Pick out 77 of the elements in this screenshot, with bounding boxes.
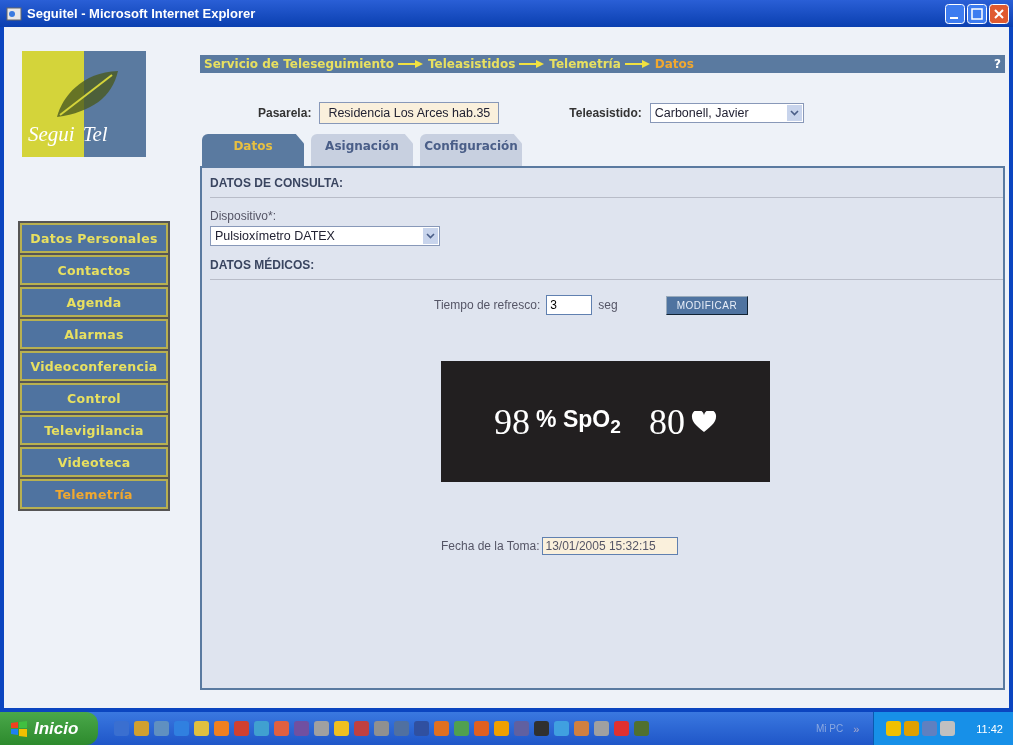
app-icon[interactable] — [254, 721, 270, 736]
arrow-icon — [624, 59, 651, 69]
maximize-icon[interactable] — [967, 3, 987, 24]
more-button[interactable]: » — [853, 722, 860, 735]
app-icon[interactable] — [334, 721, 350, 736]
app-icon[interactable] — [554, 721, 570, 736]
device-dropdown[interactable]: Pulsioxímetro DATEX — [210, 226, 440, 246]
section-heading: DATOS DE CONSULTA: — [210, 168, 1003, 198]
tray-icon[interactable] — [940, 721, 956, 736]
field-label: Tiempo de refresco: — [434, 298, 541, 312]
section-heading: DATOS MÉDICOS: — [210, 246, 1003, 280]
heart-icon — [690, 410, 717, 433]
app-icon[interactable] — [154, 721, 170, 736]
start-button[interactable]: Inicio — [0, 712, 99, 745]
unit-label: seg — [598, 298, 618, 312]
tray-icon[interactable] — [922, 721, 938, 736]
date-field: 13/01/2005 15:32:15 — [541, 537, 678, 555]
spo2-value: 98 — [494, 400, 531, 443]
refresh-field[interactable]: 3 — [546, 295, 593, 315]
tab[interactable]: Configuración — [420, 134, 522, 166]
app-icon[interactable] — [594, 721, 610, 736]
close-icon[interactable] — [989, 3, 1009, 24]
sidebar-item[interactable]: Datos Personales — [20, 223, 168, 253]
sidebar-item[interactable]: Telemetría — [20, 479, 168, 509]
chevron-down-icon — [426, 233, 435, 239]
field-label: Dispositivo*: — [210, 209, 278, 223]
breadcrumb-item[interactable]: Servicio de Teleseguimiento — [204, 57, 394, 71]
windows-logo-icon — [10, 720, 28, 737]
app-icon[interactable] — [414, 721, 430, 736]
pulse-value: 80 — [648, 400, 685, 443]
gateway-field: Residencia Los Arces hab.35 — [319, 102, 500, 124]
tray-icon[interactable] — [904, 721, 920, 736]
window-title: Seguitel - Microsoft Internet Explorer — [27, 6, 257, 21]
app-icon[interactable] — [174, 721, 190, 736]
breadcrumb-item[interactable]: Telemetría — [549, 57, 621, 71]
sidebar-item[interactable]: Alarmas — [20, 319, 168, 349]
sidebar-item[interactable]: Control — [20, 383, 168, 413]
app-icon[interactable] — [234, 721, 250, 736]
app-icon[interactable] — [434, 721, 450, 736]
app-icon[interactable] — [494, 721, 510, 736]
help-button[interactable]: ? — [994, 57, 1001, 71]
app-icon[interactable] — [454, 721, 470, 736]
arrow-icon — [398, 59, 424, 69]
field-label: Fecha de la Toma: — [441, 539, 540, 553]
tab[interactable]: Datos — [202, 134, 304, 166]
field-label: Teleasistido: — [569, 106, 642, 120]
logo-text: Segui — [28, 122, 75, 147]
field-label: Pasarela: — [258, 106, 312, 120]
sidebar-item[interactable]: Videoteca — [20, 447, 168, 477]
browser-icon — [6, 5, 22, 22]
app-icon[interactable] — [194, 721, 210, 736]
app-icon[interactable] — [134, 721, 150, 736]
tab[interactable]: Asignación — [311, 134, 413, 166]
sidebar-item[interactable]: Contactos — [20, 255, 168, 285]
app-icon[interactable] — [314, 721, 330, 736]
app-icon[interactable] — [214, 721, 230, 736]
minimize-icon[interactable] — [945, 3, 965, 24]
logo-text: Tel — [82, 122, 108, 147]
modify-button[interactable]: MODIFICAR — [665, 295, 749, 315]
app-icon[interactable] — [614, 721, 630, 736]
app-icon[interactable] — [574, 721, 590, 736]
sidebar-item[interactable]: Televigilancia — [20, 415, 168, 445]
clock: 11:42 — [976, 722, 1003, 735]
app-icon[interactable] — [274, 721, 290, 736]
app-icon[interactable] — [374, 721, 390, 736]
spo2-label: % SpO$_{2}$ — [536, 405, 621, 438]
chevron-down-icon — [789, 110, 799, 116]
sidebar-item[interactable]: Videoconferencia — [20, 351, 168, 381]
app-icon[interactable] — [534, 721, 550, 736]
arrow-icon — [519, 59, 546, 69]
desktop-label: Mi PC — [815, 723, 844, 734]
tray-icon[interactable] — [886, 721, 902, 736]
breadcrumb-item[interactable]: Teleasistidos — [428, 57, 516, 71]
breadcrumb-item: Datos — [654, 57, 694, 71]
sidebar-item[interactable]: Agenda — [20, 287, 168, 317]
app-icon[interactable] — [474, 721, 490, 736]
patient-dropdown[interactable]: Carbonell, Javier — [649, 103, 804, 123]
